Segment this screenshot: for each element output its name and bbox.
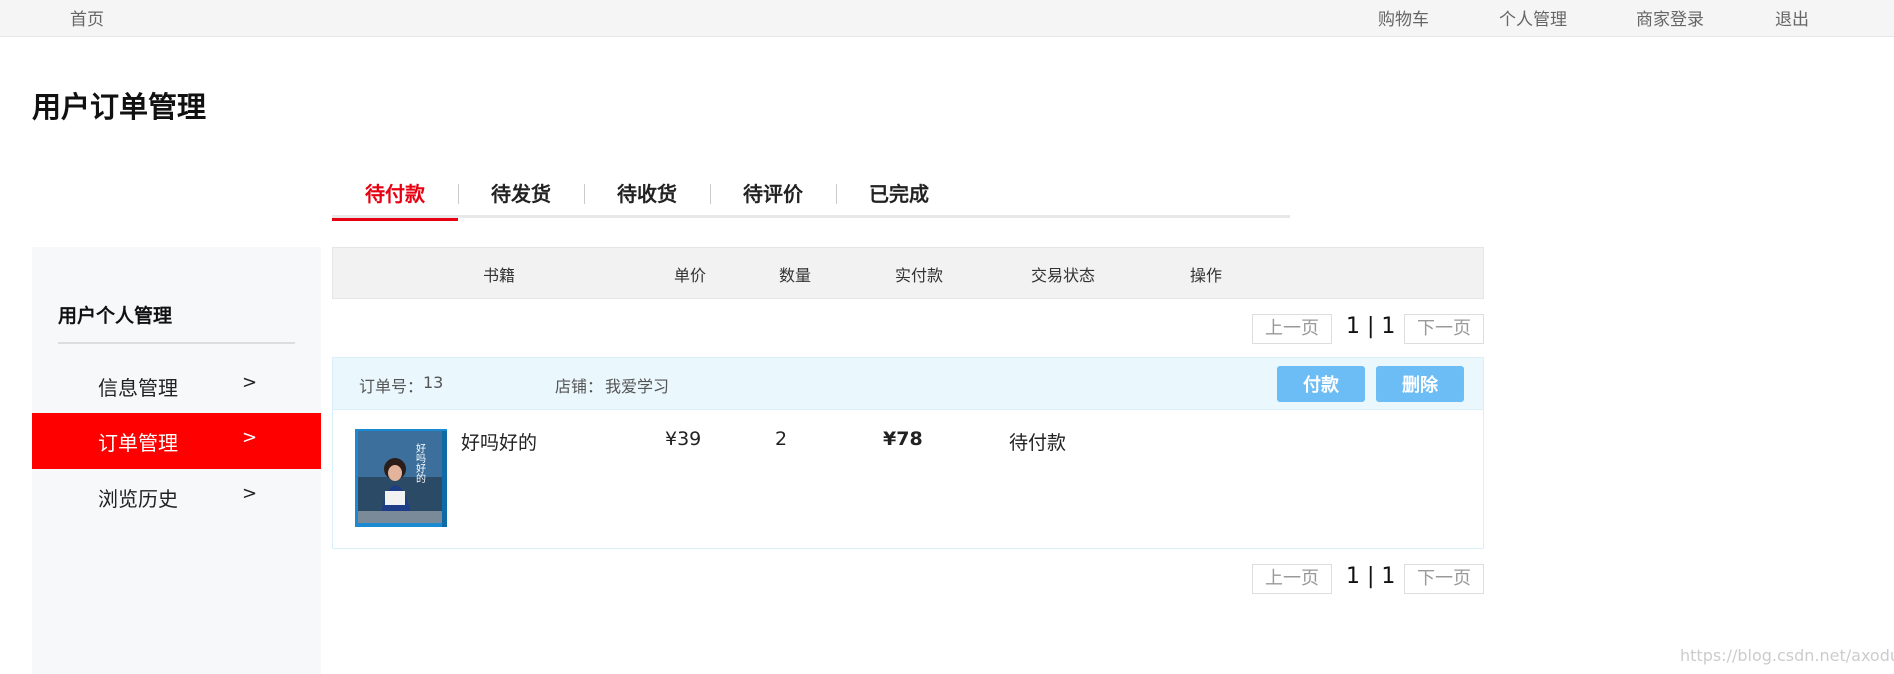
paid-amount: ¥78 (883, 428, 923, 450)
sidebar-item-orders[interactable]: 订单管理 > (32, 413, 321, 469)
order-header: 订单号： 13 店铺： 我爱学习 付款 删除 (333, 358, 1483, 410)
tab-completed[interactable]: 已完成 (836, 178, 962, 218)
column-header-paid: 实付款 (895, 266, 944, 285)
order-table-header: 书籍 单价 数量 实付款 交易状态 操作 (332, 247, 1484, 299)
order-number-label: 订单号： (359, 377, 424, 396)
shop-name[interactable]: 我爱学习 (605, 373, 669, 397)
order-card: 订单号： 13 店铺： 我爱学习 付款 删除 好吗好的 好吗好的 ¥39 2 ¥… (332, 357, 1484, 549)
prev-page-button[interactable]: 上一页 (1252, 564, 1332, 594)
shop-label: 店铺： (555, 377, 604, 396)
page-indicator: 1 | 1 (1346, 314, 1396, 339)
nav-home-link[interactable]: 首页 (70, 5, 104, 30)
tab-pending-receipt[interactable]: 待收货 (584, 178, 710, 218)
prev-page-button[interactable]: 上一页 (1252, 314, 1332, 344)
sidebar: 用户个人管理 信息管理 > 订单管理 > 浏览历史 > (32, 247, 321, 674)
sidebar-item-label: 订单管理 (98, 431, 178, 455)
top-nav-bar: 首页 购物车 个人管理 商家登录 退出 (0, 0, 1894, 37)
column-header-price: 单价 (674, 266, 707, 285)
next-page-button[interactable]: 下一页 (1404, 564, 1484, 594)
tab-pending-payment[interactable]: 待付款 (332, 178, 458, 221)
page-title: 用户订单管理 (32, 90, 207, 124)
pagination-bottom: 上一页 1 | 1 下一页 (1252, 564, 1484, 594)
nav-logout-link[interactable]: 退出 (1775, 5, 1809, 30)
order-number: 13 (423, 373, 444, 392)
chevron-right-icon: > (242, 483, 258, 504)
nav-profile-link[interactable]: 个人管理 (1499, 5, 1567, 30)
sidebar-item-info[interactable]: 信息管理 > (32, 358, 321, 414)
column-header-actions: 操作 (1190, 266, 1223, 285)
column-header-status: 交易状态 (1031, 266, 1096, 285)
book-cover-title: 好吗好的 (414, 443, 426, 484)
quantity: 2 (775, 428, 788, 450)
tab-pending-review[interactable]: 待评价 (710, 178, 836, 218)
book-cover-image[interactable]: 好吗好的 (355, 429, 447, 527)
watermark-text: https://blog.csdn.net/axodus3 (1680, 646, 1894, 665)
order-status-tabs: 待付款 待发货 待收货 待评价 已完成 (332, 178, 1290, 221)
chevron-right-icon: > (242, 372, 258, 393)
sidebar-item-history[interactable]: 浏览历史 > (32, 469, 321, 525)
delete-order-button[interactable]: 删除 (1376, 366, 1464, 402)
page-indicator: 1 | 1 (1346, 564, 1396, 589)
pagination-top: 上一页 1 | 1 下一页 (1252, 314, 1484, 344)
tab-pending-shipment[interactable]: 待发货 (458, 178, 584, 218)
column-header-quantity: 数量 (779, 266, 812, 285)
page: 首页 购物车 个人管理 商家登录 退出 用户订单管理 待付款 待发货 待收货 待… (0, 0, 1894, 674)
sidebar-divider (58, 342, 295, 344)
column-header-book: 书籍 (483, 266, 516, 285)
nav-cart-link[interactable]: 购物车 (1378, 5, 1429, 30)
transaction-status: 待付款 (1009, 432, 1067, 454)
next-page-button[interactable]: 下一页 (1404, 314, 1484, 344)
pay-button[interactable]: 付款 (1277, 366, 1365, 402)
unit-price: ¥39 (665, 428, 702, 450)
sidebar-item-label: 信息管理 (98, 376, 178, 400)
book-title[interactable]: 好吗好的 (461, 428, 537, 455)
chevron-right-icon: > (242, 427, 258, 448)
sidebar-item-label: 浏览历史 (98, 487, 178, 511)
nav-merchant-login-link[interactable]: 商家登录 (1636, 5, 1704, 30)
sidebar-title: 用户个人管理 (58, 305, 173, 327)
